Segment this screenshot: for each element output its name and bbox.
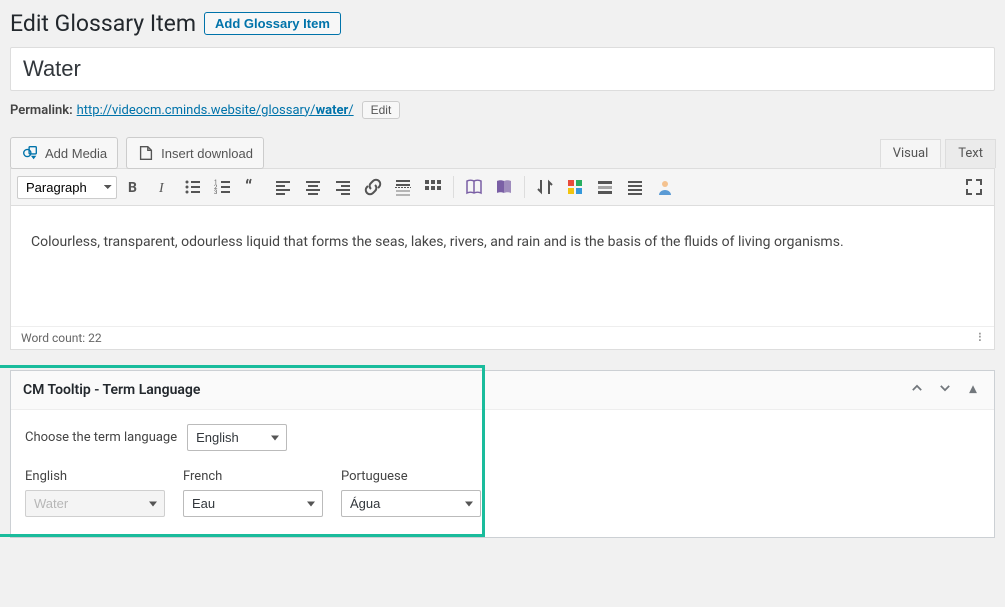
link-button[interactable] [359, 173, 387, 201]
editor-toolbar: Paragraph B I 123 “ [11, 169, 994, 206]
editor-statusbar: Word count: 22 ⠇ [11, 326, 994, 349]
cm-tooltip-postbox: CM Tooltip - Term Language ▴ Choose the … [10, 370, 995, 538]
choose-term-language-label: Choose the term language [25, 430, 177, 445]
book-solid-icon[interactable] [490, 173, 518, 201]
add-media-button[interactable]: Add Media [10, 137, 118, 169]
word-count: Word count: 22 [21, 331, 102, 345]
permalink-label: Permalink: [10, 103, 73, 118]
move-down-icon[interactable] [936, 381, 954, 399]
read-more-button[interactable] [389, 173, 417, 201]
toggle-panel-icon[interactable]: ▴ [964, 381, 982, 399]
french-label: French [183, 469, 323, 484]
fullscreen-button[interactable] [960, 173, 988, 201]
french-term-select[interactable]: Eau [183, 490, 323, 517]
postbox-title: CM Tooltip - Term Language [23, 382, 200, 398]
svg-text:B: B [128, 180, 137, 196]
justify-icon[interactable] [621, 173, 649, 201]
english-term-select: Water [25, 490, 165, 517]
add-glossary-item-button[interactable]: Add Glossary Item [204, 12, 341, 35]
permalink-edit-button[interactable]: Edit [362, 101, 401, 119]
layout-icon[interactable] [591, 173, 619, 201]
editor-content[interactable]: Colourless, transparent, odourless liqui… [11, 206, 994, 326]
term-language-select[interactable]: English [187, 424, 287, 451]
title-input[interactable] [10, 47, 995, 91]
insert-download-button[interactable]: Insert download [126, 137, 264, 169]
page-title: Edit Glossary Item [10, 10, 196, 37]
user-icon[interactable] [651, 173, 679, 201]
bold-button[interactable]: B [119, 173, 147, 201]
blockquote-button[interactable]: “ [239, 173, 267, 201]
svg-text:“: “ [245, 177, 252, 197]
permalink-link[interactable]: http://videocm.cminds.website/glossary/w… [77, 103, 354, 118]
align-center-button[interactable] [299, 173, 327, 201]
english-label: English [25, 469, 165, 484]
permalink-row: Permalink: http://videocm.cminds.website… [10, 101, 995, 119]
media-icon [21, 144, 39, 162]
color-squares-icon[interactable] [561, 173, 589, 201]
svg-text:I: I [158, 181, 165, 196]
editor-wrap: Paragraph B I 123 “ Colourless, transpar… [10, 168, 995, 350]
align-right-button[interactable] [329, 173, 357, 201]
format-select[interactable]: Paragraph [17, 176, 117, 199]
portuguese-term-select[interactable]: Água [341, 490, 481, 517]
book-open-icon[interactable] [460, 173, 488, 201]
tab-visual[interactable]: Visual [880, 139, 942, 168]
toolbar-toggle-button[interactable] [419, 173, 447, 201]
download-icon [137, 144, 155, 162]
tab-text[interactable]: Text [945, 139, 996, 168]
numbered-list-button[interactable]: 123 [209, 173, 237, 201]
portuguese-label: Portuguese [341, 469, 481, 484]
resize-handle[interactable]: ⠇ [977, 331, 984, 345]
italic-button[interactable]: I [149, 173, 177, 201]
bullet-list-button[interactable] [179, 173, 207, 201]
svg-text:3: 3 [214, 189, 217, 196]
move-up-icon[interactable] [908, 381, 926, 399]
align-left-button[interactable] [269, 173, 297, 201]
sort-icon[interactable] [531, 173, 559, 201]
